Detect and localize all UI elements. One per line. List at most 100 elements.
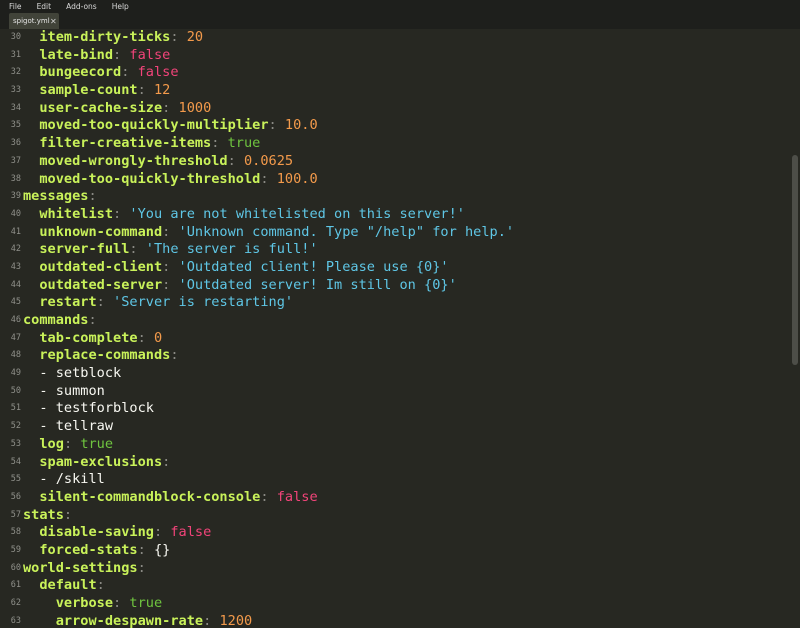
menu-bar: File Edit Add-ons Help <box>0 0 800 13</box>
code-line: disable-saving: false <box>23 524 790 542</box>
line-number: 46 <box>10 315 21 325</box>
line-number: 55 <box>10 474 21 485</box>
yaml-colon: : <box>113 46 122 63</box>
yaml-value: 1200 <box>219 612 253 628</box>
yaml-colon: : <box>162 223 171 240</box>
code-area[interactable]: item-dirty-ticks: 20 late-bind: false bu… <box>23 29 790 628</box>
yaml-value: - setblock <box>39 365 122 382</box>
yaml-key: disable-saving <box>39 524 154 541</box>
code-line: default: <box>23 577 790 595</box>
yaml-colon: : <box>162 99 171 116</box>
code-line: restart: 'Server is restarting' <box>23 294 790 312</box>
yaml-key: outdated-server <box>39 276 163 293</box>
yaml-key: user-cache-size <box>39 99 163 116</box>
yaml-value: false <box>137 64 179 81</box>
yaml-key: outdated-client <box>39 258 163 275</box>
yaml-value: 0.0625 <box>244 152 294 169</box>
yaml-key: item-dirty-ticks <box>39 29 171 45</box>
yaml-colon: : <box>260 170 269 187</box>
line-number: 41 <box>10 226 21 237</box>
yaml-colon: : <box>63 435 73 452</box>
yaml-colon: : <box>96 577 105 594</box>
yaml-colon: : <box>260 488 269 505</box>
yaml-key: whitelist <box>39 205 114 222</box>
code-line: forced-stats: {} <box>23 542 790 560</box>
yaml-key: default <box>39 577 97 594</box>
code-line: user-cache-size: 1000 <box>23 100 790 118</box>
line-number: 45 <box>10 297 21 308</box>
yaml-key: moved-too-quickly-threshold <box>39 170 261 187</box>
menu-edit[interactable]: Edit <box>28 0 58 13</box>
yaml-key: filter-creative-items <box>39 135 212 152</box>
close-icon[interactable]: ✕ <box>50 17 57 26</box>
code-line: messages: <box>23 188 790 206</box>
yaml-value: 20 <box>186 29 204 45</box>
code-line: moved-too-quickly-multiplier: 10.0 <box>23 117 790 135</box>
yaml-colon: : <box>88 188 97 205</box>
yaml-value: - testforblock <box>39 400 154 417</box>
code-line: silent-commandblock-console: false <box>23 489 790 507</box>
yaml-colon: : <box>96 294 105 311</box>
yaml-colon: : <box>162 276 171 293</box>
yaml-key: commands <box>23 312 89 328</box>
line-number-gutter: 30 31 32 33 34 35 36 37 38 39 40 41 42 43 44 45 46 47 48 49… <box>0 29 22 628</box>
menu-help[interactable]: Help <box>103 0 135 13</box>
yaml-key: unknown-command <box>39 223 163 240</box>
line-number: 52 <box>10 421 21 432</box>
code-line: filter-creative-items: true <box>23 135 790 153</box>
vertical-scrollbar[interactable] <box>790 29 800 628</box>
yaml-value: 'Server is restarting' <box>113 294 294 311</box>
code-line: world-settings: <box>23 560 790 578</box>
yaml-colon: : <box>170 29 179 45</box>
yaml-value: 0 <box>153 329 163 346</box>
line-number: 51 <box>10 403 21 414</box>
yaml-value: 'You are not whitelisted on this server!… <box>129 205 465 222</box>
line-number: 47 <box>10 332 21 343</box>
code-line: server-full: 'The server is full!' <box>23 241 790 259</box>
line-number: 31 <box>10 49 21 60</box>
line-number: 49 <box>10 368 21 379</box>
yaml-colon: : <box>63 506 73 523</box>
yaml-key: verbose <box>55 595 114 611</box>
menu-file[interactable]: File <box>0 0 28 13</box>
yaml-colon: : <box>137 541 146 558</box>
yaml-colon: : <box>162 258 171 275</box>
tab-label: spigot.yml <box>13 17 50 25</box>
line-number: 43 <box>10 261 21 272</box>
yaml-colon: : <box>113 595 122 611</box>
yaml-value: 'The server is full!' <box>145 241 318 258</box>
yaml-key: stats <box>23 506 64 523</box>
yaml-value: true <box>129 595 163 611</box>
yaml-key: tab-complete <box>39 329 138 346</box>
code-line: outdated-server: 'Outdated server! Im st… <box>23 277 790 295</box>
scroll-thumb[interactable] <box>792 155 798 365</box>
code-line: - summon <box>23 383 790 401</box>
yaml-key: moved-too-quickly-multiplier <box>39 117 269 134</box>
yaml-colon: : <box>211 135 220 152</box>
yaml-key: late-bind <box>39 46 114 63</box>
yaml-colon: : <box>88 312 97 328</box>
code-line: commands: <box>23 312 790 330</box>
code-line: - /skill <box>23 471 790 489</box>
code-editor[interactable]: 30 31 32 33 34 35 36 37 38 39 40 41 42 43 44 45 46 47 48 49… <box>0 29 790 628</box>
line-number: 37 <box>10 155 21 166</box>
tab-spigot-yml[interactable]: spigot.yml ✕ <box>9 13 59 29</box>
yaml-value: 1000 <box>178 99 212 116</box>
yaml-colon: : <box>137 82 146 99</box>
yaml-key: restart <box>39 294 97 311</box>
yaml-value: false <box>129 46 171 63</box>
yaml-value: 100.0 <box>276 170 318 187</box>
line-number: 44 <box>10 279 21 290</box>
yaml-key: world-settings <box>23 559 138 576</box>
yaml-colon: : <box>129 241 138 258</box>
yaml-value: 10.0 <box>284 117 318 134</box>
yaml-colon: : <box>162 453 171 470</box>
menu-addons[interactable]: Add-ons <box>57 0 103 13</box>
